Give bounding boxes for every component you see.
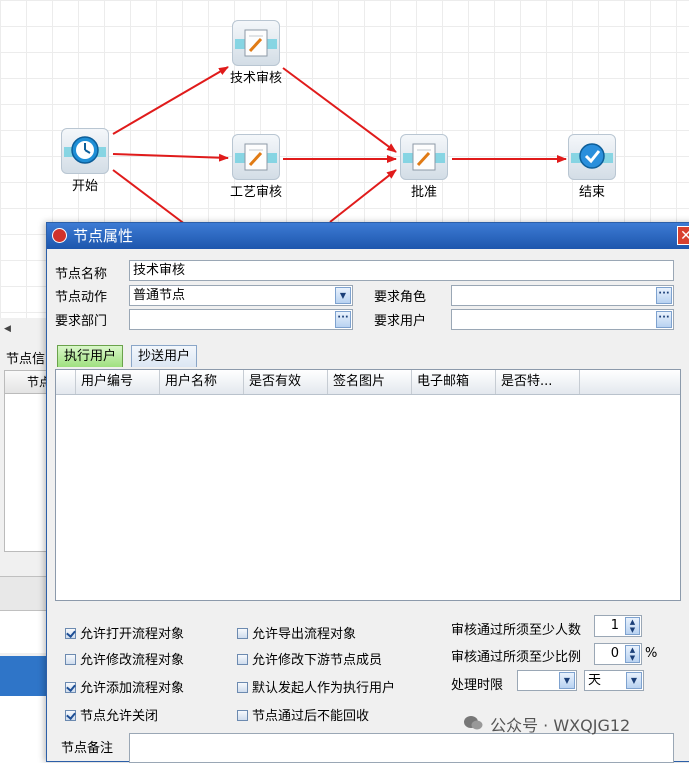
checkbox-box[interactable]: [65, 682, 76, 693]
chevron-down-icon[interactable]: ▼: [335, 287, 351, 304]
node-start-label: 开始: [71, 179, 98, 194]
edit-document-icon: [400, 134, 448, 180]
grid-column-signature[interactable]: 签名图片: [328, 370, 412, 394]
time-unit-select[interactable]: 天 ▼: [584, 670, 644, 691]
close-button[interactable]: ✕: [677, 226, 689, 245]
watermark-text: 公众号 · WXQJG12: [490, 716, 631, 735]
grid-column-is-valid[interactable]: 是否有效: [244, 370, 328, 394]
required-dept-label: 要求部门: [55, 314, 108, 329]
allow-modify-downstream-checkbox[interactable]: 允许修改下游节点成员: [237, 649, 382, 668]
clock-icon: [61, 128, 109, 174]
allow-add-checkbox[interactable]: 允许添加流程对象: [65, 677, 184, 696]
required-user-input[interactable]: ···: [451, 309, 674, 330]
spin-updown-icon[interactable]: ▲ ▼: [625, 617, 640, 635]
min-people-spinner[interactable]: 1 ▲ ▼: [594, 615, 642, 637]
required-user-label: 要求用户: [374, 314, 427, 329]
edge-up-approve: [329, 169, 397, 223]
grid-column-user-code[interactable]: 用户编号: [76, 370, 160, 394]
wechat-icon: [461, 715, 485, 735]
background-tab-node-info[interactable]: 节点信: [6, 348, 45, 367]
edit-document-icon: [232, 20, 280, 66]
node-action-value: 普通节点: [133, 288, 186, 303]
no-recall-checkbox[interactable]: 节点通过后不能回收: [237, 705, 369, 724]
allow-export-checkbox[interactable]: 允许导出流程对象: [237, 623, 356, 642]
edge-start-down: [112, 169, 191, 229]
grid-column-email[interactable]: 电子邮箱: [412, 370, 496, 394]
grid-column-user-name[interactable]: 用户名称: [160, 370, 244, 394]
percent-sign: %: [645, 646, 658, 661]
node-process-review[interactable]: 工艺审核: [221, 134, 291, 200]
watermark: 公众号 · WXQJG12: [461, 712, 630, 736]
min-ratio-label: 审核通过所须至少比例: [451, 650, 582, 665]
required-role-label: 要求角色: [374, 290, 427, 305]
node-properties-dialog: 节点属性 ✕ 节点名称 技术审核 节点动作 普通节点 ▼ 要求角色 ··· 要求…: [46, 222, 689, 763]
spin-updown-icon[interactable]: ▲ ▼: [625, 645, 640, 663]
chevron-down-icon[interactable]: ▼: [559, 672, 575, 689]
checkbox-box[interactable]: [237, 682, 248, 693]
node-approve-label: 批准: [410, 185, 437, 200]
edge-start-tech: [112, 66, 229, 135]
edge-start-process: [112, 153, 229, 162]
required-dept-input[interactable]: ···: [129, 309, 353, 330]
dialog-titlebar[interactable]: 节点属性 ✕: [47, 223, 689, 249]
ellipsis-icon[interactable]: ···: [656, 287, 672, 304]
dialog-title: 节点属性: [73, 227, 134, 245]
tab-executing-users[interactable]: 执行用户: [57, 345, 124, 367]
checkbox-box[interactable]: [237, 710, 248, 721]
min-ratio-spinner[interactable]: 0 ▲ ▼: [594, 643, 642, 665]
grid-column-is-special[interactable]: 是否特...: [496, 370, 580, 394]
chevron-down-icon[interactable]: ▼: [626, 672, 642, 689]
ellipsis-icon[interactable]: ···: [656, 311, 672, 328]
ellipsis-icon[interactable]: ···: [335, 311, 351, 328]
node-start[interactable]: 开始: [50, 128, 120, 194]
node-remark-label: 节点备注: [61, 741, 114, 756]
edge-tech-approve: [282, 67, 397, 153]
checkbox-box[interactable]: [237, 654, 248, 665]
allow-open-checkbox[interactable]: 允许打开流程对象: [65, 623, 184, 642]
allow-modify-checkbox[interactable]: 允许修改流程对象: [65, 649, 184, 668]
grid-header: 用户编号 用户名称 是否有效 签名图片 电子邮箱 是否特...: [56, 370, 680, 395]
required-role-input[interactable]: ···: [451, 285, 674, 306]
grid-row-indicator-column: [56, 370, 76, 394]
node-tech-review[interactable]: 技术审核: [221, 20, 291, 86]
node-process-review-label: 工艺审核: [229, 185, 282, 200]
checkbox-box[interactable]: [65, 628, 76, 639]
checkbox-box[interactable]: [65, 710, 76, 721]
node-remark-input[interactable]: [129, 733, 674, 763]
check-circle-icon: [568, 134, 616, 180]
default-initiator-checkbox[interactable]: 默认发起人作为执行用户: [237, 677, 395, 696]
min-people-label: 审核通过所须至少人数: [451, 623, 582, 638]
checkbox-box[interactable]: [237, 628, 248, 639]
allow-close-checkbox[interactable]: 节点允许关闭: [65, 705, 158, 724]
node-action-label: 节点动作: [55, 290, 108, 305]
node-approve[interactable]: 批准: [389, 134, 459, 200]
node-tech-review-label: 技术审核: [229, 71, 282, 86]
time-limit-select[interactable]: ▼: [517, 670, 577, 691]
node-end-label: 结束: [578, 185, 605, 200]
node-action-select[interactable]: 普通节点 ▼: [129, 285, 353, 306]
checkbox-box[interactable]: [65, 654, 76, 665]
users-grid[interactable]: 用户编号 用户名称 是否有效 签名图片 电子邮箱 是否特...: [55, 369, 681, 601]
time-limit-label: 处理时限: [451, 678, 504, 693]
scroll-left-icon[interactable]: ◀: [4, 324, 11, 334]
node-end[interactable]: 结束: [557, 134, 627, 200]
node-name-label: 节点名称: [55, 267, 108, 282]
node-name-input[interactable]: 技术审核: [129, 260, 674, 281]
tab-cc-users[interactable]: 抄送用户: [131, 345, 198, 367]
app-icon: [52, 228, 67, 243]
edit-document-icon: [232, 134, 280, 180]
